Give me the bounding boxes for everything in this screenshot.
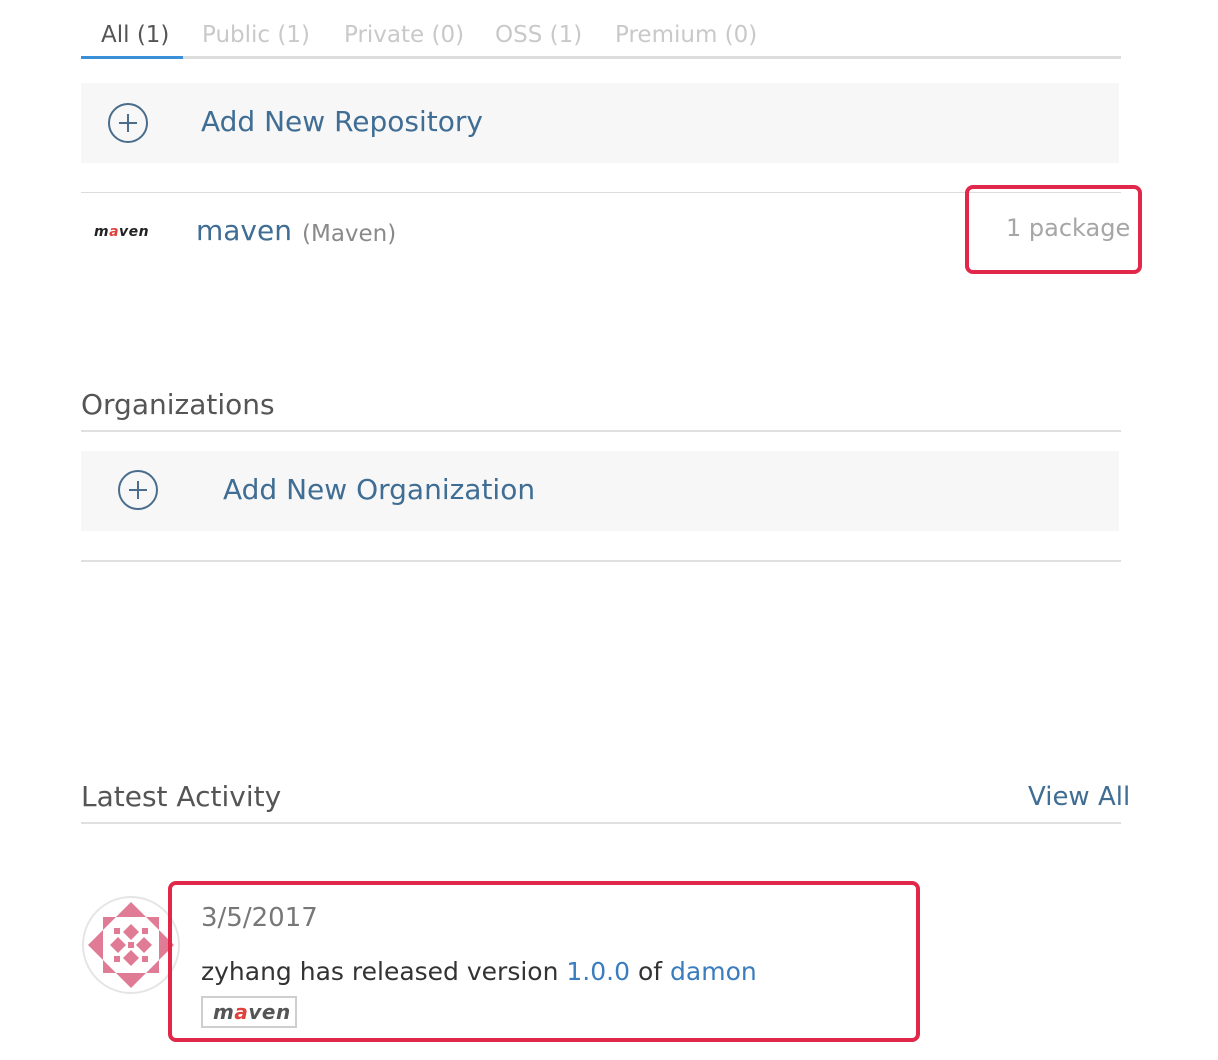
- plus-circle-icon[interactable]: [118, 470, 158, 510]
- activity-highlight: [168, 881, 920, 1042]
- repository-type: (Maven): [302, 221, 397, 247]
- repository-tabs: All (1) Public (1) Private (0) OSS (1) P…: [81, 20, 1121, 60]
- identicon-avatar-icon: [88, 902, 174, 988]
- add-organization-row[interactable]: Add New Organization: [81, 451, 1119, 531]
- organizations-divider: [81, 430, 1121, 432]
- add-repository-link[interactable]: Add New Repository: [201, 105, 483, 138]
- tab-all[interactable]: All (1): [101, 22, 169, 48]
- package-count-highlight: [965, 185, 1142, 274]
- maven-logo: maven: [94, 224, 150, 240]
- organizations-title: Organizations: [81, 388, 275, 421]
- user-avatar[interactable]: [82, 896, 180, 994]
- tab-premium[interactable]: Premium (0): [615, 22, 757, 48]
- tab-private[interactable]: Private (0): [344, 22, 464, 48]
- tabs-divider: [81, 56, 1121, 59]
- latest-activity-title: Latest Activity: [81, 780, 282, 813]
- view-all-link[interactable]: View All: [1028, 782, 1130, 812]
- plus-circle-icon[interactable]: [108, 103, 148, 143]
- add-repository-row[interactable]: Add New Repository: [81, 83, 1119, 163]
- tab-public[interactable]: Public (1): [202, 22, 310, 48]
- add-organization-link[interactable]: Add New Organization: [223, 473, 535, 506]
- tab-oss[interactable]: OSS (1): [495, 22, 582, 48]
- repository-name-link[interactable]: maven: [196, 214, 292, 247]
- activity-divider: [81, 822, 1121, 824]
- organizations-bottom-divider: [81, 560, 1121, 562]
- active-tab-indicator: [81, 56, 183, 59]
